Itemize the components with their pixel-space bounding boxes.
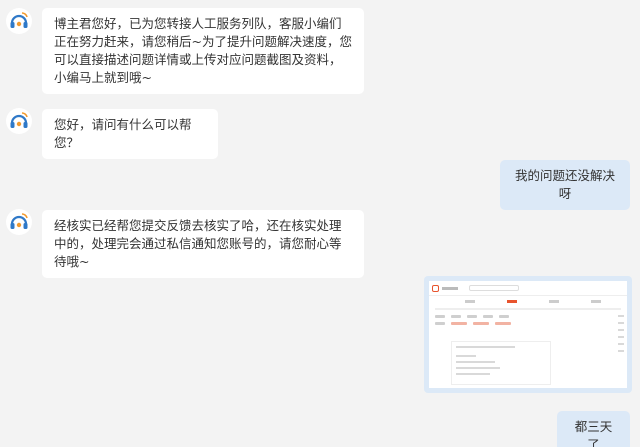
agent-message: 您好，请问有什么可以帮您？ xyxy=(42,109,218,159)
chat-window: 博主君您好，已为您转接人工服务列队，客服小编们正在努力赶来，请您稍后~为了提升问… xyxy=(0,0,640,447)
thumbnail-row xyxy=(429,313,627,320)
thumbnail-content-box xyxy=(451,341,551,385)
headset-icon xyxy=(10,12,28,28)
thumbnail-tab xyxy=(549,300,559,303)
agent-avatar[interactable] xyxy=(6,8,32,34)
user-image-message[interactable] xyxy=(424,276,632,393)
screenshot-thumbnail xyxy=(429,281,627,388)
agent-message: 博主君您好，已为您转接人工服务列队，客服小编们正在努力赶来，请您稍后~为了提升问… xyxy=(42,8,364,94)
thumbnail-logo-icon xyxy=(432,284,439,292)
headset-icon xyxy=(10,112,28,128)
thumbnail-sidebar xyxy=(618,315,624,375)
thumbnail-header xyxy=(429,281,627,296)
thumbnail-tab xyxy=(591,300,601,303)
thumbnail-tab-active xyxy=(507,300,517,303)
user-message: 我的问题还没解决呀 xyxy=(500,160,630,210)
thumbnail-row xyxy=(429,320,627,327)
thumbnail-divider xyxy=(435,308,621,310)
thumbnail-tab xyxy=(465,300,475,303)
thumbnail-brand-bar xyxy=(442,286,458,290)
thumbnail-search-bar xyxy=(469,285,519,291)
agent-message: 经核实已经帮您提交反馈去核实了哈，还在核实处理中的，处理完会通过私信通知您账号的… xyxy=(42,210,364,278)
thumbnail-tabs xyxy=(429,296,627,305)
agent-avatar[interactable] xyxy=(6,108,32,134)
agent-avatar[interactable] xyxy=(6,209,32,235)
user-message: 都三天了 xyxy=(557,411,630,447)
headset-icon xyxy=(10,213,28,229)
